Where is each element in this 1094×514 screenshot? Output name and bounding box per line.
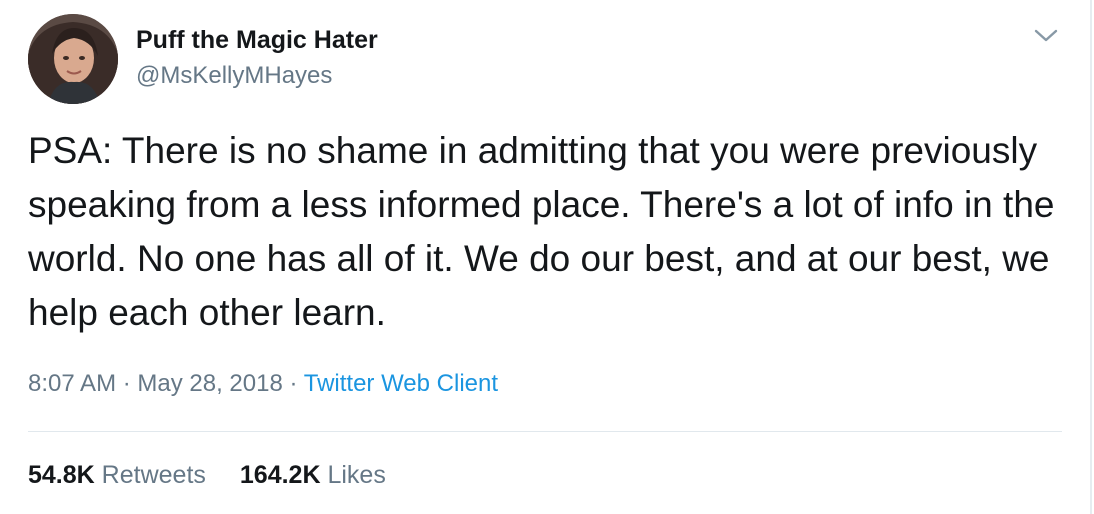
divider <box>28 431 1062 432</box>
retweets-stat[interactable]: 54.8K Retweets <box>28 461 206 490</box>
avatar[interactable] <box>28 14 118 104</box>
tweet-card: Puff the Magic Hater @MsKellyMHayes PSA:… <box>0 0 1092 514</box>
separator: · <box>116 370 138 397</box>
separator: · <box>282 370 304 397</box>
likes-label: Likes <box>327 461 386 489</box>
chevron-down-icon[interactable] <box>1032 24 1060 48</box>
tweet-date[interactable]: May 28, 2018 <box>137 370 282 397</box>
likes-stat[interactable]: 164.2K Likes <box>240 461 386 490</box>
display-name[interactable]: Puff the Magic Hater <box>136 26 378 55</box>
tweet-time[interactable]: 8:07 AM <box>28 370 116 397</box>
tweet-text: PSA: There is no shame in admitting that… <box>28 130 1055 333</box>
engagement-stats: 54.8K Retweets 164.2K Likes <box>28 461 386 490</box>
retweets-count: 54.8K <box>28 461 95 489</box>
tweet-metadata: 8:07 AM · May 28, 2018 · Twitter Web Cli… <box>28 370 498 398</box>
tweet-source-link[interactable]: Twitter Web Client <box>304 370 498 397</box>
retweets-label: Retweets <box>101 461 206 489</box>
user-handle[interactable]: @MsKellyMHayes <box>136 62 332 90</box>
likes-count: 164.2K <box>239 461 321 489</box>
